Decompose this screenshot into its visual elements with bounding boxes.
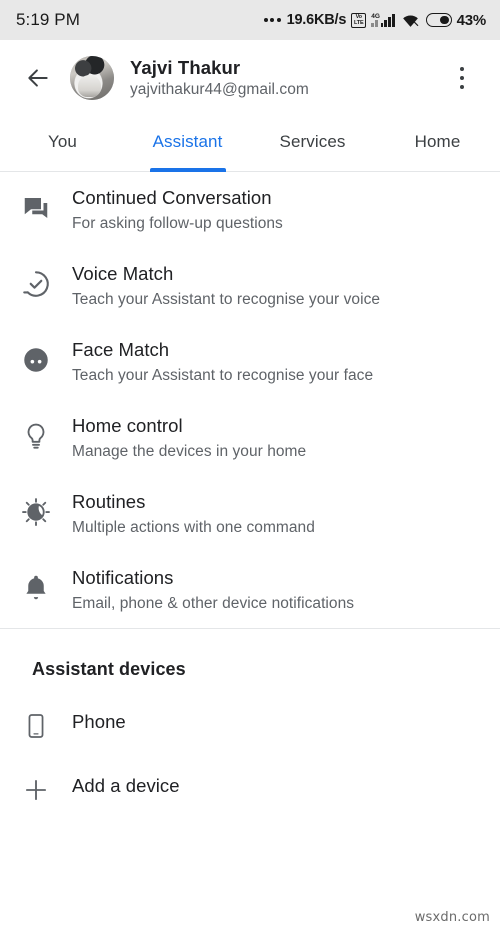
- plus-icon: [0, 769, 72, 804]
- list-item-title: Notifications: [72, 567, 174, 588]
- device-item-add-a-device[interactable]: Add a device: [0, 754, 500, 818]
- overflow-menu-button[interactable]: [444, 56, 480, 100]
- list-item-face-match[interactable]: Face Match Teach your Assistant to recog…: [0, 324, 500, 400]
- more-dots-icon: [263, 18, 281, 22]
- device-label: Add a device: [72, 775, 180, 796]
- list-item-title: Continued Conversation: [72, 187, 272, 208]
- tab-home[interactable]: Home: [375, 116, 500, 171]
- bell-icon: [0, 566, 72, 603]
- volte-icon: Vo LTE: [351, 12, 367, 28]
- device-label: Phone: [72, 711, 126, 732]
- watermark: wsxdn.com: [414, 910, 490, 925]
- voice-match-check-icon: [0, 262, 72, 299]
- list-item-subtitle: Email, phone & other device notification…: [72, 595, 355, 612]
- avatar-photo: [70, 56, 114, 100]
- battery-icon: [425, 13, 452, 27]
- account-name: Yajvi Thakur: [130, 56, 241, 78]
- list-item-subtitle: For asking follow-up questions: [72, 215, 283, 232]
- avatar[interactable]: [70, 56, 114, 100]
- lightbulb-icon: [0, 414, 72, 451]
- tab-bar: You Assistant Services Home: [0, 116, 500, 172]
- tab-services[interactable]: Services: [250, 116, 375, 171]
- volte-line-2: LTE: [354, 20, 364, 26]
- tab-you[interactable]: You: [0, 116, 125, 171]
- list-item-title: Face Match: [72, 339, 170, 360]
- list-item-voice-match[interactable]: Voice Match Teach your Assistant to reco…: [0, 248, 500, 324]
- wifi-icon: [401, 13, 420, 28]
- account-info: Yajvi Thakur yajvithakur44@gmail.com: [130, 57, 444, 100]
- more-vertical-icon: [459, 66, 465, 72]
- list-item-title: Routines: [72, 491, 146, 512]
- app-header: Yajvi Thakur yajvithakur44@gmail.com: [0, 40, 500, 116]
- list-item-subtitle: Teach your Assistant to recognise your f…: [72, 367, 374, 384]
- list-item-title: Voice Match: [72, 263, 174, 284]
- list-item-continued-conversation[interactable]: Continued Conversation For asking follow…: [0, 172, 500, 248]
- list-item-title: Home control: [72, 415, 183, 436]
- back-button[interactable]: [18, 58, 58, 98]
- account-email: yajvithakur44@gmail.com: [130, 80, 309, 98]
- list-item-home-control[interactable]: Home control Manage the devices in your …: [0, 400, 500, 476]
- assistant-settings-list: Continued Conversation For asking follow…: [0, 172, 500, 818]
- list-item-subtitle: Manage the devices in your home: [72, 443, 307, 460]
- assistant-devices-header: Assistant devices: [32, 659, 186, 679]
- status-bar: 5:19 PM 19.6KB/s Vo LTE 4G 43%: [0, 0, 500, 40]
- face-match-icon: [0, 338, 72, 375]
- routines-sun-moon-icon: [0, 490, 72, 527]
- phone-icon: [0, 705, 72, 740]
- status-time: 5:19 PM: [16, 10, 81, 29]
- signal-bars-icon: 4G: [371, 12, 395, 27]
- status-icons: 19.6KB/s Vo LTE 4G 43%: [263, 11, 487, 29]
- list-item-subtitle: Multiple actions with one command: [72, 519, 315, 536]
- forum-icon: [0, 186, 72, 223]
- battery-percent-text: 43%: [456, 11, 487, 29]
- list-item-routines[interactable]: Routines Multiple actions with one comma…: [0, 476, 500, 552]
- list-item-notifications[interactable]: Notifications Email, phone & other devic…: [0, 552, 500, 628]
- list-item-subtitle: Teach your Assistant to recognise your v…: [72, 291, 381, 308]
- device-item-phone[interactable]: Phone: [0, 690, 500, 754]
- tab-assistant[interactable]: Assistant: [125, 116, 250, 171]
- back-arrow-icon: [25, 65, 51, 91]
- network-speed-text: 19.6KB/s: [286, 12, 347, 28]
- network-type-label: 4G: [371, 12, 380, 20]
